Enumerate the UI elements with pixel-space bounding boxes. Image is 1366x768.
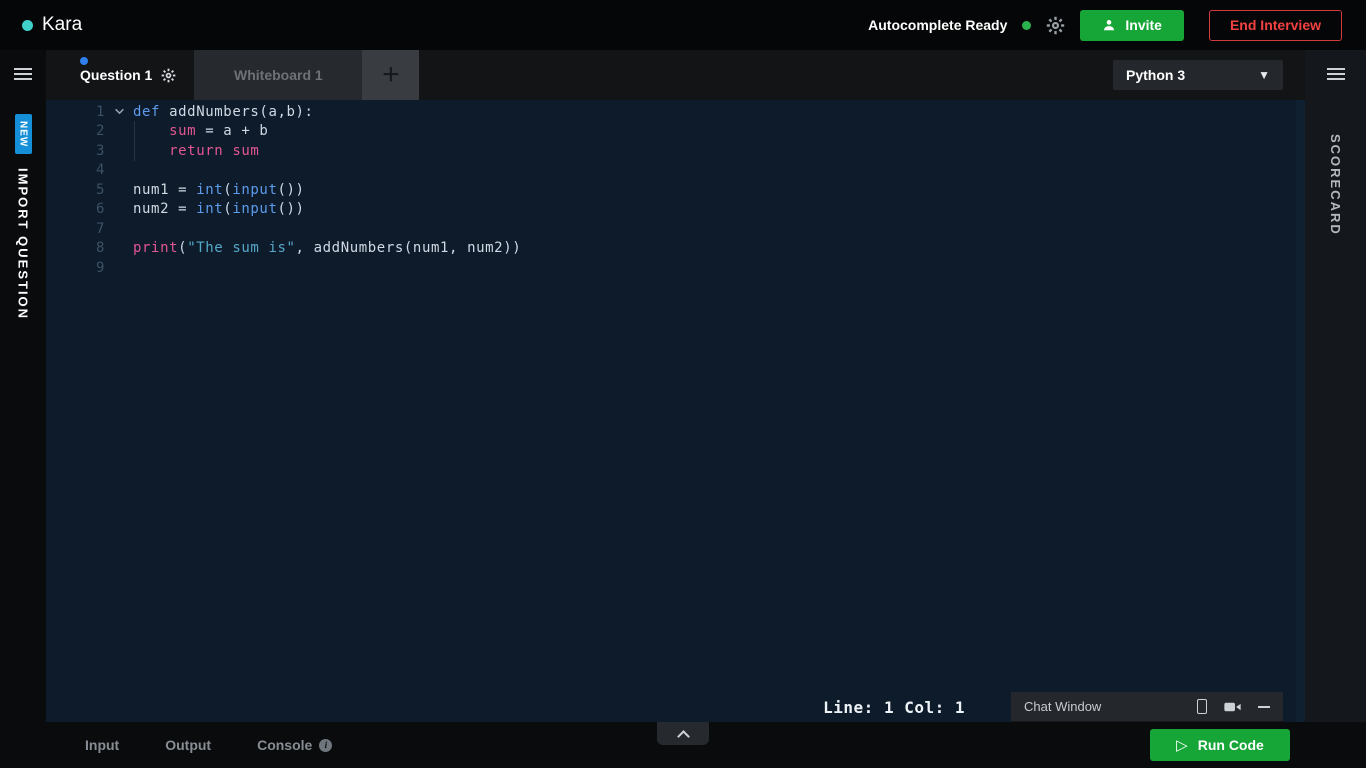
settings-gear-icon[interactable] [1046,16,1065,35]
chat-window-bar[interactable]: Chat Window [1011,692,1283,722]
line-number: 6 [95,201,105,218]
invite-label: Invite [1125,17,1162,33]
tab-question-1[interactable]: Question 1 [64,50,194,100]
editor-scrollbar[interactable] [1296,100,1305,722]
tab-whiteboard-1[interactable]: Whiteboard 1 [194,50,363,100]
tab-input[interactable]: Input [85,737,119,753]
tab-question-label: Question 1 [80,67,153,83]
play-icon: ▷ [1176,737,1188,754]
invite-button[interactable]: Invite [1080,9,1184,41]
line-number: 1 [95,103,105,120]
code-editor[interactable]: 1 def addNumbers(a,b): 2 sum = a + b3 retu… [46,100,1305,722]
autocomplete-status-dot [1022,20,1032,30]
video-camera-icon[interactable] [1224,701,1241,713]
code-line[interactable]: 5 num1 = int(input()) [46,180,1305,200]
bottom-bar: Input Output Console i ▷ Run Code [0,722,1366,768]
line-number: 7 [95,220,105,237]
info-icon[interactable]: i [319,738,333,752]
tab-output[interactable]: Output [165,737,211,753]
code-text: return sum [133,140,259,161]
minimize-icon[interactable] [1258,705,1270,708]
code-line[interactable]: 7 [46,219,1305,239]
language-selector[interactable]: Python 3 ▼ [1113,60,1283,90]
unsaved-dot [80,57,88,65]
line-number: 8 [95,240,105,257]
code-lines: 1 def addNumbers(a,b): 2 sum = a + b3 retu… [46,102,1305,278]
indent-guide [134,140,135,161]
chevron-down-icon: ▼ [1258,68,1270,82]
left-menu-icon[interactable] [14,68,32,80]
panel-expand-handle[interactable] [657,722,709,745]
new-badge: NEW [14,114,32,155]
autocomplete-status: Autocomplete Ready [868,17,1008,33]
tab-console-label: Console [257,737,313,753]
chevron-up-icon [676,729,690,743]
tab-bar: Question 1 Whiteboard 1 + Python 3 ▼ [46,50,1305,100]
code-line[interactable]: 4 [46,161,1305,181]
tab-console[interactable]: Console i [257,737,333,753]
right-menu-icon[interactable] [1326,68,1345,80]
topbar-right: Autocomplete Ready Invite End Interview [868,9,1342,41]
line-number: 5 [95,181,105,198]
code-line[interactable]: 1 def addNumbers(a,b): [46,102,1305,122]
app-logo: Kara [42,14,83,35]
person-icon [1102,18,1116,32]
fold-chevron-icon[interactable] [105,106,133,117]
code-line[interactable]: 2 sum = a + b [46,121,1305,142]
code-text: sum = a + b [133,121,268,142]
tab-gear-icon[interactable] [161,68,176,83]
code-text: num2 = int(input()) [133,201,305,218]
main-row: NEW IMPORT QUESTION Question 1 Whiteboar… [0,50,1366,722]
console-tabs: Input Output Console i [85,722,333,768]
code-line[interactable]: 6 num2 = int(input()) [46,200,1305,220]
run-code-button[interactable]: ▷ Run Code [1150,729,1290,761]
code-line[interactable]: 9 [46,258,1305,278]
code-text: print("The sum is", addNumbers(num1, num… [133,240,522,257]
code-line[interactable]: 8 print("The sum is", addNumbers(num1, nu… [46,239,1305,259]
scorecard-button[interactable]: SCORECARD [1328,134,1343,236]
chat-icons [1197,699,1270,714]
import-question-button[interactable]: IMPORT QUESTION [16,168,31,320]
indent-guide [134,121,135,142]
language-selected: Python 3 [1126,67,1186,83]
code-line[interactable]: 3 return sum [46,140,1305,161]
brand-dot-icon [22,19,33,31]
add-tab-button[interactable]: + [362,50,420,100]
code-text: def addNumbers(a,b): [133,103,314,120]
top-bar: Kara Autocomplete Ready Invite End Inter… [0,0,1366,50]
line-number: 9 [95,259,105,276]
left-sidebar: NEW IMPORT QUESTION [0,50,46,722]
line-number: 4 [95,162,105,179]
right-sidebar: SCORECARD [1305,50,1366,722]
center-column: Question 1 Whiteboard 1 + Python 3 ▼ 1 d… [46,50,1305,722]
cursor-position-status: Line: 1 Col: 1 [823,698,965,717]
end-interview-button[interactable]: End Interview [1208,9,1342,41]
code-text: num1 = int(input()) [133,181,305,198]
line-number: 3 [95,142,105,159]
app-window: Kara Autocomplete Ready Invite End Inter… [0,0,1366,768]
brand: Kara [22,14,82,36]
run-code-label: Run Code [1197,737,1264,753]
mobile-icon[interactable] [1197,699,1207,714]
chat-window-title: Chat Window [1024,699,1102,714]
line-number: 2 [95,123,105,140]
